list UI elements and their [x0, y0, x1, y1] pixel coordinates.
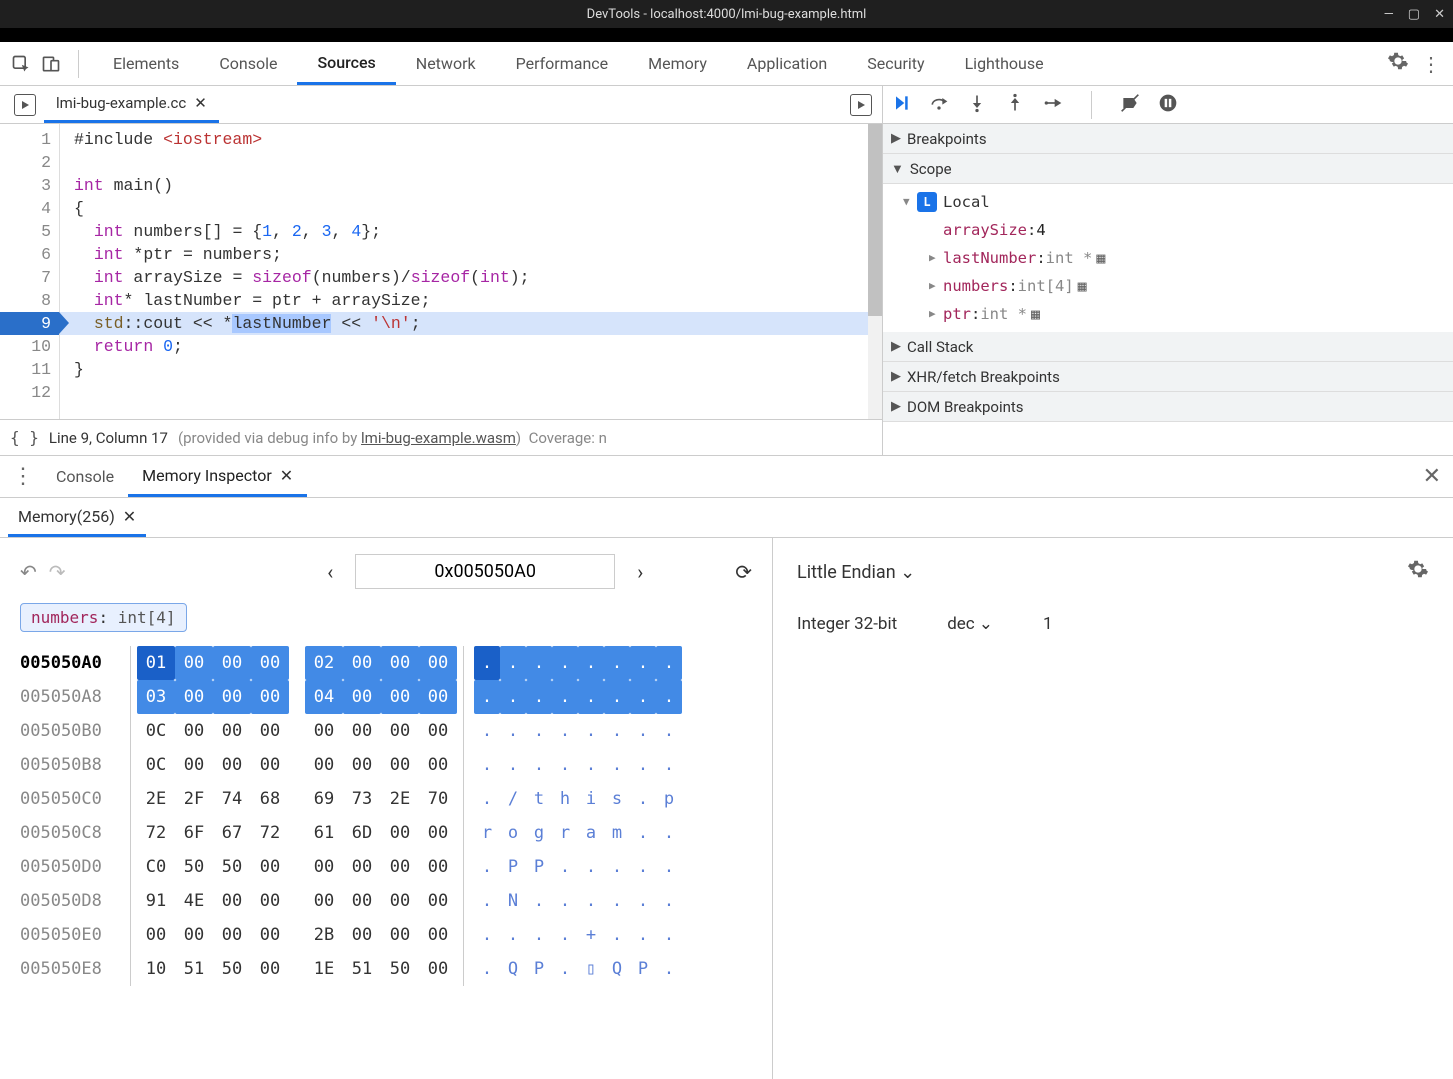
pause-on-exceptions-icon[interactable]	[1158, 93, 1178, 117]
breakpoints-panel-header[interactable]: ▶Breakpoints	[883, 124, 1453, 154]
drawer-tab-console[interactable]: Console	[42, 456, 128, 497]
scope-var[interactable]: arraySize: 4	[929, 216, 1453, 244]
hex-row[interactable]: 005050D8914E000000000000.N......	[20, 884, 752, 918]
debugger-toolbar	[883, 86, 1453, 124]
hex-row[interactable]: 005050D0C050500000000000.PP.....	[20, 850, 752, 884]
memory-tab[interactable]: Memory(256) ✕	[8, 498, 146, 537]
drawer-tabstrip: ⋮ ConsoleMemory Inspector✕ ✕	[0, 456, 1453, 498]
repr-selector[interactable]: dec⌄	[947, 614, 993, 634]
tab-memory[interactable]: Memory	[628, 42, 727, 85]
scope-var[interactable]: ▶lastNumber: int *▦	[929, 244, 1453, 272]
device-toolbar-icon[interactable]	[38, 51, 64, 77]
chevron-down-icon: ⌄	[900, 562, 915, 583]
close-drawer-icon[interactable]: ✕	[1423, 464, 1441, 489]
more-vert-icon[interactable]: ⋮	[4, 464, 42, 489]
close-window-icon[interactable]: ✕	[1434, 7, 1445, 22]
memory-address-input[interactable]	[355, 554, 615, 589]
close-icon[interactable]: ✕	[280, 466, 293, 485]
integer-value: 1	[1043, 614, 1053, 634]
step-over-icon[interactable]	[929, 93, 949, 117]
scope-local[interactable]: ▼LLocal	[903, 188, 1453, 216]
status-bar: { } Line 9, Column 17 (provided via debu…	[0, 419, 882, 455]
hex-row[interactable]: 005050B00C00000000000000........	[20, 714, 752, 748]
line-gutter: 123456789101112	[0, 124, 60, 419]
step-out-icon[interactable]	[1005, 93, 1025, 117]
hex-viewer[interactable]: 005050A00100000002000000........005050A8…	[20, 646, 752, 986]
code-editor[interactable]: #include <iostream>int main(){ int numbe…	[60, 124, 868, 419]
tab-security[interactable]: Security	[847, 42, 944, 85]
tab-application[interactable]: Application	[727, 42, 847, 85]
file-tab[interactable]: lmi-bug-example.cc ✕	[44, 86, 219, 123]
endian-selector[interactable]: Little Endian ⌄	[797, 562, 915, 583]
cursor-position: Line 9, Column 17	[49, 429, 168, 447]
prev-page-icon[interactable]: ‹	[317, 560, 343, 584]
hex-row[interactable]: 005050A80300000004000000........	[20, 680, 752, 714]
maximize-icon[interactable]: ▢	[1408, 7, 1420, 22]
dom-breakpoints-header[interactable]: ▶DOM Breakpoints	[883, 392, 1453, 422]
reveal-memory-icon[interactable]: ▦	[1096, 244, 1105, 272]
step-icon[interactable]	[1043, 93, 1063, 117]
drawer-tab-memory-inspector[interactable]: Memory Inspector✕	[128, 456, 307, 497]
xhr-breakpoints-header[interactable]: ▶XHR/fetch Breakpoints	[883, 362, 1453, 392]
navigator-toggle-icon[interactable]	[14, 94, 36, 116]
step-into-icon[interactable]	[967, 93, 987, 117]
hex-row[interactable]: 005050C8726F6772616D0000rogram..	[20, 816, 752, 850]
pretty-print-icon[interactable]: { }	[10, 428, 39, 447]
resume-icon[interactable]	[891, 93, 911, 117]
window-title: DevTools - localhost:4000/lmi-bug-exampl…	[587, 7, 867, 22]
callstack-panel-header[interactable]: ▶Call Stack	[883, 332, 1453, 362]
tab-console[interactable]: Console	[199, 42, 297, 85]
hex-row[interactable]: 005050E0000000002B000000....+...	[20, 918, 752, 952]
tab-performance[interactable]: Performance	[496, 42, 629, 85]
close-icon[interactable]: ✕	[123, 507, 136, 526]
hex-row[interactable]: 005050C02E2F746869732E70./this.p	[20, 782, 752, 816]
redo-icon[interactable]: ↷	[49, 560, 66, 584]
debug-info-link[interactable]: lmi-bug-example.wasm	[361, 429, 516, 447]
next-page-icon[interactable]: ›	[627, 560, 653, 584]
window-titlebar: DevTools - localhost:4000/lmi-bug-exampl…	[0, 0, 1453, 28]
reveal-memory-icon[interactable]: ▦	[1031, 300, 1040, 328]
hex-row[interactable]: 005050E8105150001E515000.QP.▯QP.	[20, 952, 752, 986]
settings-gear-icon[interactable]	[1407, 558, 1429, 586]
settings-gear-icon[interactable]	[1383, 48, 1413, 79]
tab-elements[interactable]: Elements	[93, 42, 199, 85]
scope-var[interactable]: ▶ptr: int *▦	[929, 300, 1453, 328]
file-tab-name: lmi-bug-example.cc	[56, 94, 186, 112]
hex-row[interactable]: 005050B80C00000000000000........	[20, 748, 752, 782]
tab-sources[interactable]: Sources	[297, 42, 395, 85]
inspect-element-icon[interactable]	[8, 51, 34, 77]
more-vert-icon[interactable]: ⋮	[1417, 50, 1445, 78]
tab-network[interactable]: Network	[396, 42, 496, 85]
tab-lighthouse[interactable]: Lighthouse	[945, 42, 1064, 85]
undo-icon[interactable]: ↶	[20, 560, 37, 584]
local-badge-icon: L	[917, 192, 937, 212]
scope-panel-header[interactable]: ▼Scope	[883, 154, 1453, 184]
scrollbar[interactable]	[868, 124, 882, 419]
debugger-toggle-icon[interactable]	[850, 94, 872, 116]
main-tabstrip: ElementsConsoleSourcesNetworkPerformance…	[0, 42, 1453, 86]
chevron-down-icon: ⌄	[979, 614, 993, 634]
deactivate-breakpoints-icon[interactable]	[1120, 93, 1140, 117]
reveal-memory-icon[interactable]: ▦	[1078, 272, 1087, 300]
minimize-icon[interactable]: —	[1384, 7, 1394, 22]
close-icon[interactable]: ✕	[194, 94, 207, 112]
refresh-icon[interactable]: ⟳	[735, 560, 752, 584]
hex-row[interactable]: 005050A00100000002000000........	[20, 646, 752, 680]
integer-type-label: Integer 32-bit	[797, 614, 897, 634]
scope-var[interactable]: ▶numbers: int[4]▦	[929, 272, 1453, 300]
variable-badge[interactable]: numbers: int[4]	[20, 603, 187, 632]
